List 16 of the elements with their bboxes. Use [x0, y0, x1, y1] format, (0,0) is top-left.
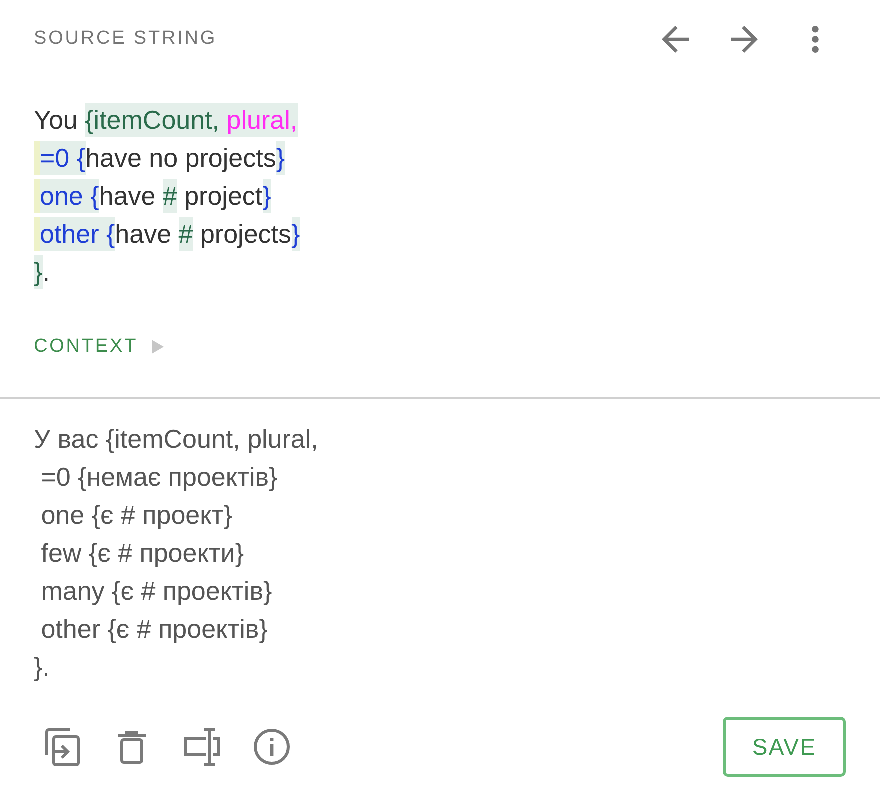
text-field-icon	[184, 728, 220, 766]
save-button[interactable]: SAVE	[723, 717, 846, 777]
section-title: SOURCE STRING	[34, 26, 218, 51]
source-line: =0 {have no projects}	[40, 140, 286, 177]
right-arrow-icon	[730, 26, 758, 52]
context-toggle[interactable]: CONTEXT	[34, 333, 164, 361]
left-arrow-icon	[662, 26, 688, 52]
source-line: other {have # projects}	[40, 216, 300, 253]
translation-field[interactable]: У вас {itemCount, plural, =0 {немає проектів} one {є # проект} few {є # проекти} many {є # проектів} other {є # проектів} }.	[34, 420, 846, 686]
more-vertical-icon	[812, 26, 818, 52]
info-icon	[254, 729, 290, 765]
source-line: one {have # project}	[40, 178, 272, 215]
trash-icon	[118, 730, 146, 764]
copy-icon	[44, 727, 80, 767]
source-line: You {itemCount, plural,	[34, 102, 298, 139]
source-line: }.	[34, 254, 50, 291]
